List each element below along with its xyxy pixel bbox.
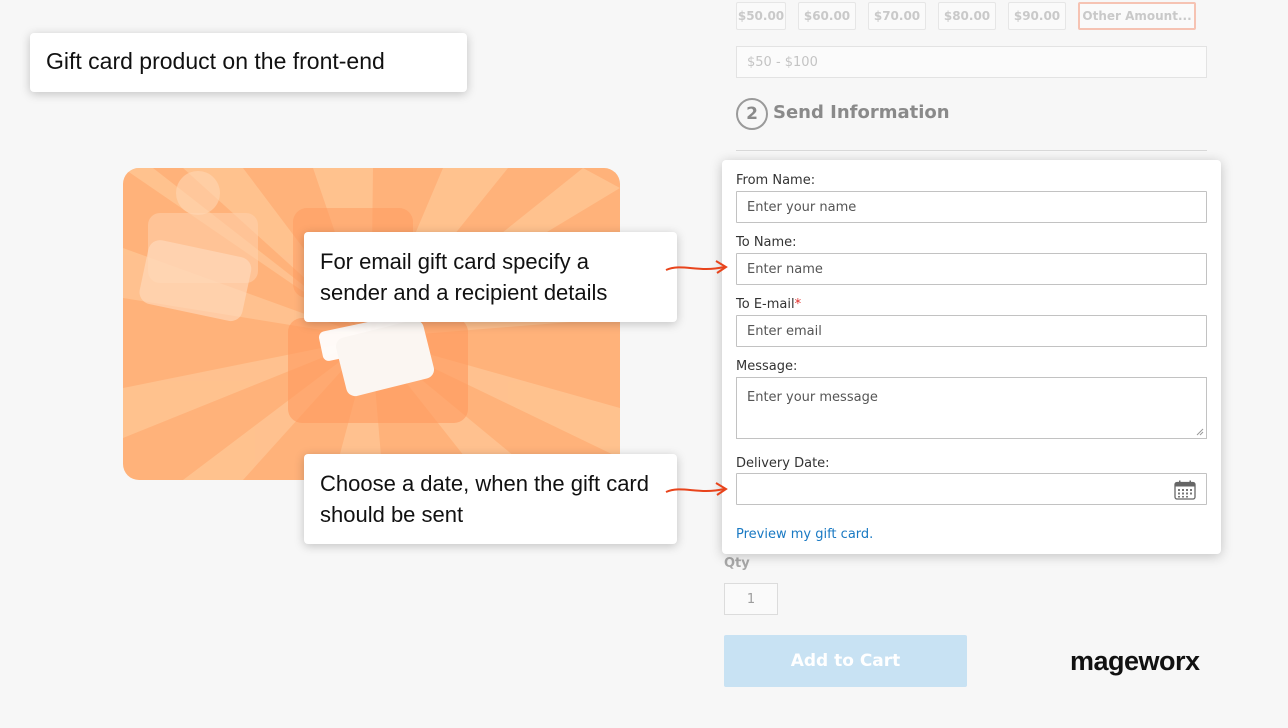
calendar-icon[interactable] xyxy=(1174,480,1196,500)
delivery-date-input[interactable] xyxy=(736,473,1207,505)
add-to-cart-button[interactable]: Add to Cart xyxy=(724,635,967,687)
to-name-input[interactable]: Enter name xyxy=(736,253,1207,285)
sender-recipient-callout: For email gift card specify a sender and… xyxy=(304,232,677,322)
page-title: Gift card product on the front-end xyxy=(30,33,467,92)
amount-option[interactable]: $80.00 xyxy=(938,2,996,30)
to-name-label: To Name: xyxy=(736,235,797,250)
preview-gift-card-link[interactable]: Preview my gift card. xyxy=(736,527,873,542)
from-name-label: From Name: xyxy=(736,173,816,188)
arrow-icon xyxy=(665,260,728,274)
section-divider xyxy=(736,150,1207,151)
gift-card-image xyxy=(123,168,620,480)
other-amount-option[interactable]: Other Amount... xyxy=(1078,2,1196,30)
step-number: 2 xyxy=(736,98,768,130)
amount-option[interactable]: $50.00 xyxy=(736,2,786,30)
required-mark: * xyxy=(794,297,802,312)
amount-options: $50.00 $60.00 $70.00 $80.00 $90.00 Other… xyxy=(736,2,1196,30)
from-name-input[interactable]: Enter your name xyxy=(736,191,1207,223)
send-information-form: From Name: Enter your name To Name: Ente… xyxy=(722,160,1221,554)
amount-option[interactable]: $60.00 xyxy=(798,2,856,30)
delivery-date-callout: Choose a date, when the gift card should… xyxy=(304,454,677,544)
message-label: Message: xyxy=(736,359,798,374)
amount-range-input[interactable]: $50 - $100 xyxy=(736,46,1207,78)
amount-option[interactable]: $90.00 xyxy=(1008,2,1066,30)
gift-card-illustration xyxy=(123,168,620,480)
amount-option[interactable]: $70.00 xyxy=(868,2,926,30)
delivery-date-label: Delivery Date: xyxy=(736,456,830,471)
mageworx-logo: mageworx xyxy=(1070,646,1200,676)
qty-input[interactable]: 1 xyxy=(724,583,778,615)
to-email-label: To E-mail* xyxy=(736,297,801,312)
message-placeholder: Enter your message xyxy=(747,390,878,405)
message-textarea[interactable]: Enter your message xyxy=(736,377,1207,439)
resize-handle-icon[interactable] xyxy=(1196,428,1204,436)
to-email-label-text: To E-mail xyxy=(736,297,795,312)
step-title: Send Information xyxy=(773,102,950,123)
arrow-icon xyxy=(665,482,728,496)
qty-label: Qty xyxy=(724,556,750,571)
to-email-input[interactable]: Enter email xyxy=(736,315,1207,347)
